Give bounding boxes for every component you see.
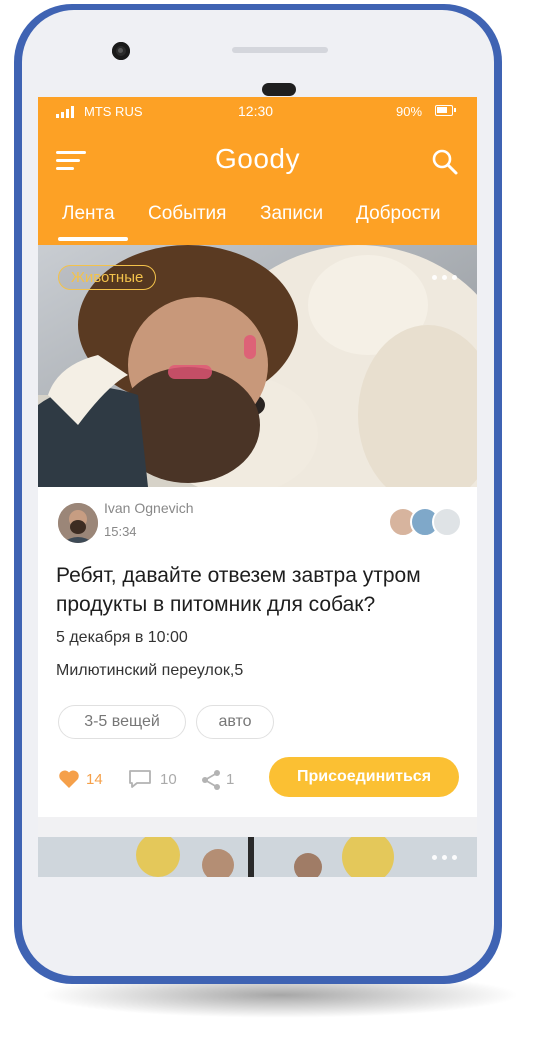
- clock: 12:30: [238, 103, 274, 119]
- next-more-options-icon[interactable]: [430, 855, 460, 861]
- author-avatar[interactable]: [58, 503, 98, 543]
- front-camera: [112, 42, 130, 60]
- signal-icon: [56, 106, 76, 118]
- participant-avatar: [432, 507, 462, 537]
- heart-icon: [59, 770, 79, 788]
- share-icon: [202, 770, 220, 790]
- battery-icon: [435, 105, 456, 116]
- earpiece-speaker: [232, 47, 328, 53]
- search-icon[interactable]: [430, 147, 460, 177]
- like-count: 14: [86, 771, 103, 788]
- join-button[interactable]: Присоединиться: [269, 757, 459, 797]
- active-tab-indicator: [58, 237, 128, 241]
- next-post-image[interactable]: [38, 837, 477, 877]
- share-count: 1: [226, 771, 235, 788]
- comment-button[interactable]: 10: [128, 769, 188, 791]
- app-title: Goody: [215, 143, 300, 174]
- share-button[interactable]: 1: [200, 769, 250, 791]
- tag-car[interactable]: авто: [196, 705, 274, 739]
- tab-feed[interactable]: Лента: [62, 203, 115, 225]
- tag-items-count[interactable]: 3-5 вещей: [58, 705, 186, 739]
- author-name[interactable]: Ivan Ognevich: [104, 500, 194, 516]
- app-header: MTS RUS 12:30 90% Goody Лента События За…: [38, 97, 477, 245]
- post-actions: 14 10 1 Присоединиться: [38, 757, 477, 801]
- comment-icon: [129, 770, 151, 788]
- tab-good-deeds[interactable]: Доброcти: [356, 203, 440, 225]
- tab-posts[interactable]: Записи: [260, 203, 323, 225]
- event-address: Милютинский переулок,5: [56, 662, 244, 679]
- battery-percent: 90%: [396, 104, 423, 119]
- app-screen: MTS RUS 12:30 90% Goody Лента События За…: [38, 97, 477, 877]
- post-card[interactable]: Животные Ivan Ognevich 15:34 Ребят, дава…: [38, 245, 477, 817]
- comment-count: 10: [160, 771, 177, 788]
- post-headline: Ребят, давайте отвезем завтра утром прод…: [56, 564, 421, 616]
- tab-events[interactable]: События: [148, 203, 226, 225]
- participants-avatars[interactable]: [388, 507, 462, 537]
- post-image[interactable]: Животные: [38, 245, 477, 487]
- carrier-label: MTS RUS: [84, 104, 143, 119]
- like-button[interactable]: 14: [58, 769, 118, 791]
- post-timestamp: 15:34: [104, 524, 137, 539]
- status-bar: MTS RUS 12:30 90%: [38, 97, 477, 125]
- category-chip[interactable]: Животные: [58, 265, 157, 290]
- proximity-sensor: [262, 83, 296, 96]
- more-options-icon[interactable]: [430, 275, 460, 281]
- event-date: 5 декабря в 10:00: [56, 629, 188, 646]
